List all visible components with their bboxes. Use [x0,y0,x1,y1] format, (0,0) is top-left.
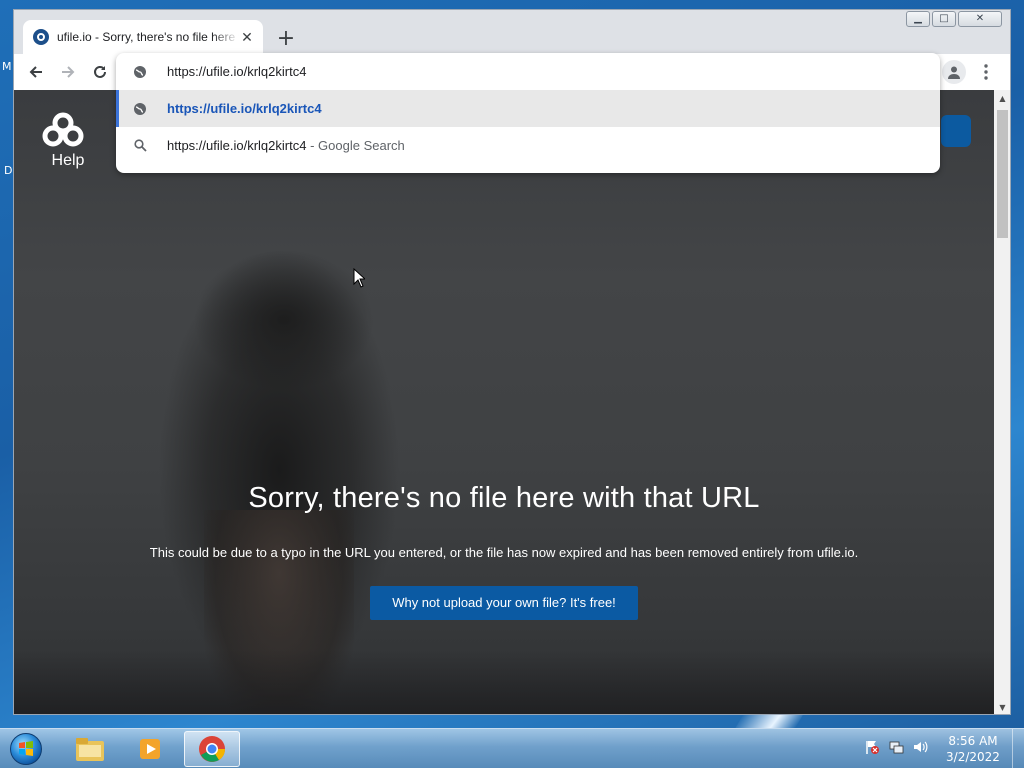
title-bar: ufile.io - Sorry, there's no file here w… [14,10,1010,54]
upload-cta-button[interactable]: Why not upload your own file? It's free! [370,586,638,620]
omnibox-suggestion-url[interactable]: https://ufile.io/krlq2kirtc4 [116,90,940,127]
chrome-icon [199,736,226,762]
ufile-favicon-icon [33,29,49,45]
forward-arrow-icon [62,66,75,78]
windows-taskbar: 8:56 AM 3/2/2022 [0,728,1024,768]
network-icon[interactable] [888,739,904,755]
media-player-icon [140,739,160,759]
ufile-logo-icon [42,112,84,147]
suggestion-query: https://ufile.io/krlq2kirtc4 [167,138,307,153]
background-photo-shore [14,650,994,714]
desktop-icon-label: M [2,60,12,73]
maximize-button[interactable]: □ [932,11,956,27]
header-upload-button[interactable] [941,115,971,147]
action-center-flag-icon[interactable] [864,739,880,755]
show-desktop-button[interactable] [1012,729,1024,768]
site-logo[interactable]: Help [38,112,86,172]
reload-button[interactable] [86,58,114,86]
taskbar-media-player-button[interactable] [122,731,178,767]
reload-icon [94,65,106,78]
system-tray [864,739,928,755]
omnibox-dropdown: https://ufile.io/krlq2kirtc4 https://ufi… [116,53,940,173]
help-link[interactable]: Help [38,152,98,170]
suggestion-search-text: https://ufile.io/krlq2kirtc4 - Google Se… [167,138,405,153]
page-title: Sorry, there's no file here with that UR… [248,482,760,514]
scroll-thumb[interactable] [997,110,1008,238]
close-tab-icon[interactable]: ✕ [239,29,255,45]
scroll-down-arrow-icon[interactable]: ▼ [994,699,1010,714]
page-viewport: Help Sorry, there's no file here with th… [14,90,994,714]
address-bar[interactable]: https://ufile.io/krlq2kirtc4 [116,53,940,90]
desktop-icon-label: D [4,164,13,177]
scroll-up-arrow-icon[interactable]: ▲ [994,90,1010,107]
error-description: This could be due to a typo in the URL y… [149,545,859,560]
taskbar-chrome-button[interactable] [184,731,240,767]
page-scrollbar[interactable]: ▲ ▼ [994,90,1010,714]
search-icon [133,139,147,153]
folder-icon [76,738,104,761]
globe-icon [133,65,147,79]
minimize-button[interactable]: ▁ [906,11,930,27]
minimize-icon: ▁ [914,13,922,24]
mouse-cursor-icon [353,268,365,288]
suggestion-separator: - [310,138,315,153]
omnibox-suggestion-search[interactable]: https://ufile.io/krlq2kirtc4 - Google Se… [116,127,940,164]
address-input[interactable]: https://ufile.io/krlq2kirtc4 [167,64,306,79]
close-window-button[interactable]: ✕ [958,11,1002,27]
back-arrow-icon [29,66,42,78]
back-button[interactable] [22,58,50,86]
browser-tab[interactable]: ufile.io - Sorry, there's no file here w… [23,20,263,54]
clock-date: 3/2/2022 [946,750,1000,764]
tab-title: ufile.io - Sorry, there's no file here w… [57,30,239,44]
globe-icon [133,102,147,116]
kebab-menu-icon [984,64,988,80]
profile-button[interactable] [942,60,966,84]
profile-avatar-icon [948,66,960,79]
new-tab-button[interactable]: + [272,24,300,52]
start-button[interactable] [6,730,46,768]
error-message-section: Sorry, there's no file here with that UR… [14,482,994,620]
taskbar-clock[interactable]: 8:56 AM 3/2/2022 [942,733,1004,765]
clock-time: 8:56 AM [948,734,998,748]
windows-logo-icon [19,741,33,756]
close-icon: ✕ [975,13,985,24]
window-controls: ▁ □ ✕ [906,11,1002,27]
browser-menu-button[interactable] [974,60,998,84]
suggestion-engine: Google Search [318,138,405,153]
suggestion-url-text: https://ufile.io/krlq2kirtc4 [167,101,322,116]
volume-icon[interactable] [912,739,928,755]
taskbar-explorer-button[interactable] [62,731,118,767]
forward-button[interactable] [54,58,82,86]
maximize-icon: □ [939,13,949,24]
